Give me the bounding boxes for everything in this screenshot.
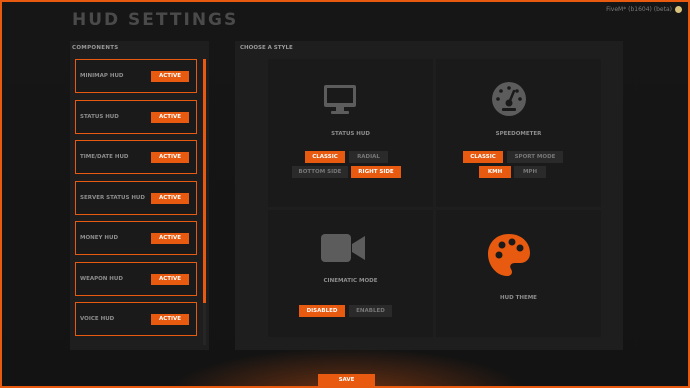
status-hud-bottom-side-option[interactable]: BOTTOM SIDE: [292, 166, 348, 178]
speedometer-kmh-option[interactable]: KMH: [479, 166, 511, 178]
speedometer-mph-option[interactable]: MPH: [514, 166, 546, 178]
status-hud-radial-option[interactable]: RADIAL: [349, 151, 388, 163]
component-label: STATUS HUD: [80, 114, 119, 120]
status-hud-card: STATUS HUD CLASSIC RADIAL BOTTOM SIDE RI…: [268, 59, 433, 207]
style-panel: CHOOSE A STYLE STATUS HUD CLASSIC RADIAL…: [235, 41, 623, 350]
component-label: SERVER STATUS HUD: [80, 195, 145, 201]
cinematic-mode-card: CINEMATIC MODE DISABLED ENABLED: [268, 210, 433, 337]
status-active-button[interactable]: ACTIVE: [151, 111, 189, 123]
video-camera-icon: [321, 234, 365, 262]
speedometer-icon: [492, 82, 526, 116]
monitor-icon: [324, 85, 356, 114]
voice-active-button[interactable]: ACTIVE: [151, 313, 189, 325]
build-info: FiveM* (b1604) (beta): [606, 6, 682, 13]
build-info-text: FiveM* (b1604) (beta): [606, 6, 672, 13]
component-item-status: STATUS HUD ACTIVE: [75, 100, 197, 134]
components-title: COMPONENTS: [72, 45, 119, 51]
style-title: CHOOSE A STYLE: [240, 45, 293, 51]
palette-icon: [488, 234, 530, 276]
status-hud-classic-option[interactable]: CLASSIC: [305, 151, 345, 163]
hud-theme-card[interactable]: HUD THEME: [436, 210, 601, 337]
cinematic-disabled-option[interactable]: DISABLED: [299, 305, 345, 317]
minimap-active-button[interactable]: ACTIVE: [151, 70, 189, 82]
component-label: VOICE HUD: [80, 316, 115, 322]
component-item-weapon: WEAPON HUD ACTIVE: [75, 262, 197, 296]
cinematic-mode-label: CINEMATIC MODE: [323, 278, 378, 284]
component-item-money: MONEY HUD ACTIVE: [75, 221, 197, 255]
speedometer-card: SPEEDOMETER CLASSIC SPORT MODE KMH MPH: [436, 59, 601, 207]
speedometer-classic-option[interactable]: CLASSIC: [463, 151, 503, 163]
component-item-minimap: MINIMAP HUD ACTIVE: [75, 59, 197, 93]
component-label: MINIMAP HUD: [80, 73, 124, 79]
money-active-button[interactable]: ACTIVE: [151, 232, 189, 244]
component-item-time-date: TIME/DATE HUD ACTIVE: [75, 140, 197, 174]
status-hud-right-side-option[interactable]: RIGHT SIDE: [351, 166, 401, 178]
page-title: HUD SETTINGS: [72, 10, 239, 30]
speedometer-sport-mode-option[interactable]: SPORT MODE: [507, 151, 563, 163]
server-status-active-button[interactable]: ACTIVE: [151, 192, 189, 204]
fivem-logo-icon: [675, 6, 682, 13]
component-item-server-status: SERVER STATUS HUD ACTIVE: [75, 181, 197, 215]
scrollbar-thumb[interactable]: [203, 59, 206, 303]
components-panel: COMPONENTS MINIMAP HUD ACTIVE STATUS HUD…: [70, 41, 209, 350]
hud-theme-label: HUD THEME: [500, 295, 537, 301]
component-label: TIME/DATE HUD: [80, 154, 129, 160]
save-button[interactable]: SAVE: [318, 374, 375, 386]
cinematic-enabled-option[interactable]: ENABLED: [349, 305, 392, 317]
speedometer-label: SPEEDOMETER: [495, 131, 542, 137]
hud-settings-window: HUD SETTINGS FiveM* (b1604) (beta) COMPO…: [0, 0, 690, 388]
status-hud-label: STATUS HUD: [331, 131, 370, 137]
component-item-voice: VOICE HUD ACTIVE: [75, 302, 197, 336]
component-label: MONEY HUD: [80, 235, 119, 241]
time-date-active-button[interactable]: ACTIVE: [151, 151, 189, 163]
weapon-active-button[interactable]: ACTIVE: [151, 273, 189, 285]
components-scrollbar[interactable]: [203, 59, 206, 345]
component-label: WEAPON HUD: [80, 276, 123, 282]
